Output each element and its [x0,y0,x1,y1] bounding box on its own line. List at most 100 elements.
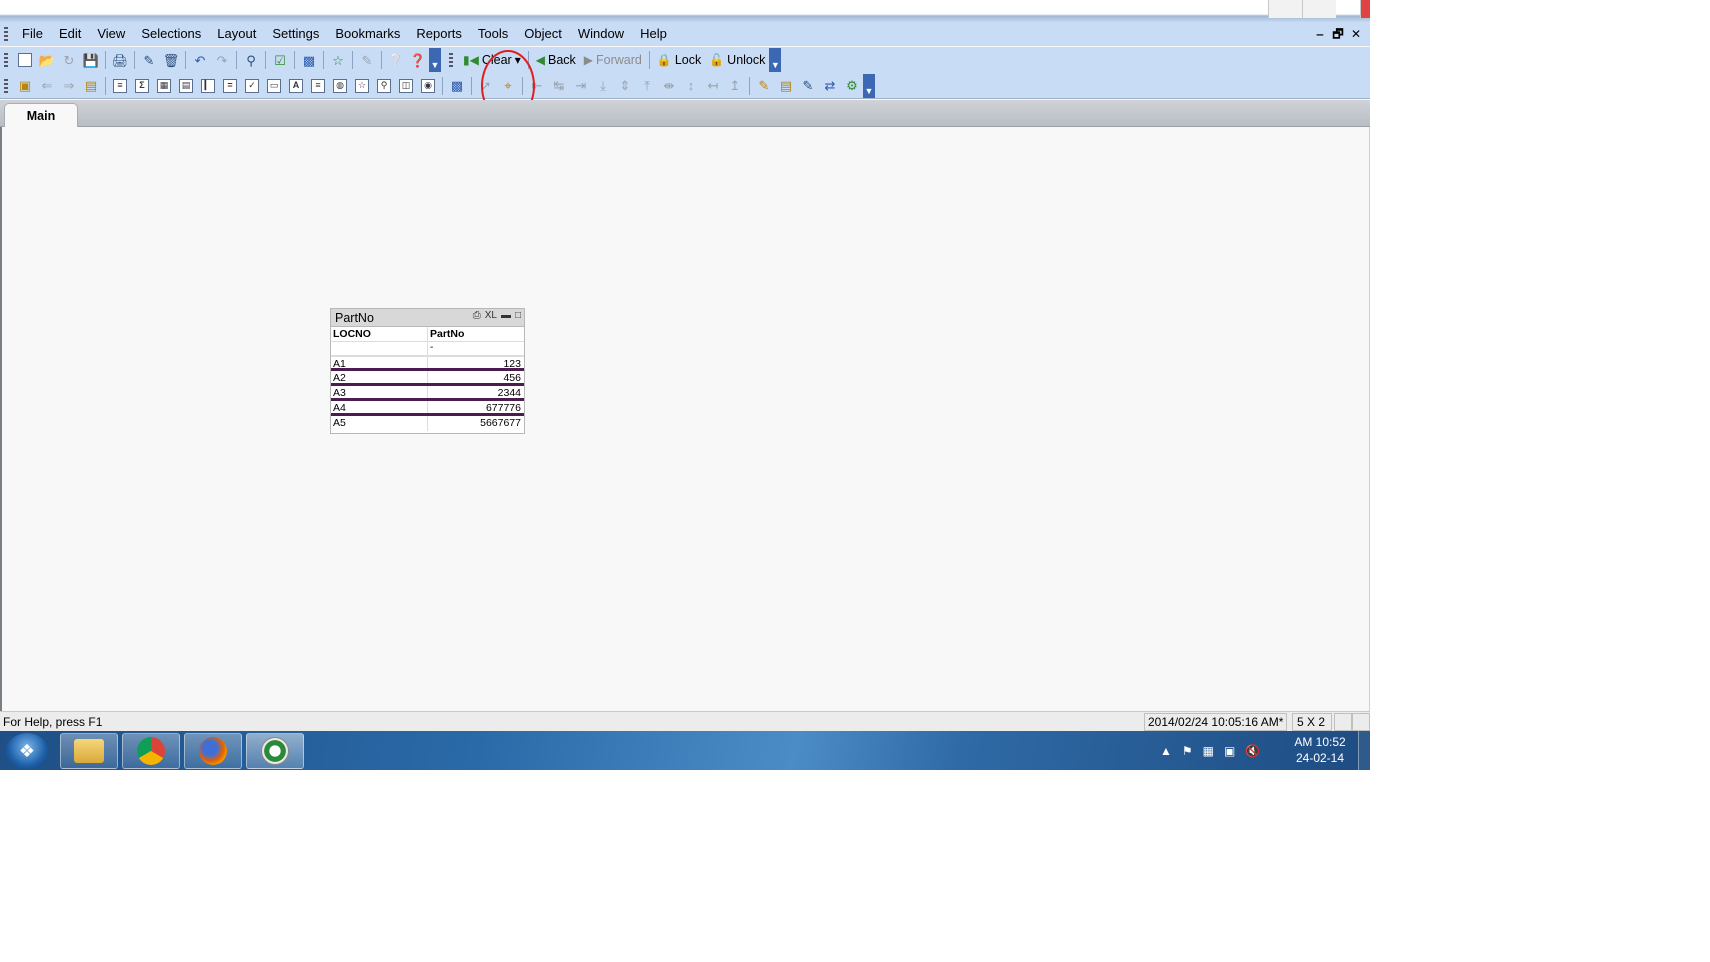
cell-locno[interactable]: A5 [331,416,428,431]
new-sheet-icon[interactable]: ▣ [15,76,35,96]
chart-wizard-icon[interactable]: ▩ [299,50,319,70]
taskbar-chrome[interactable] [122,733,180,769]
button-icon[interactable]: ▭ [264,76,284,96]
window-close-button[interactable] [1360,0,1370,18]
help-icon[interactable]: ❔ [386,50,406,70]
container-icon[interactable]: ◫ [396,76,416,96]
show-desktop-button[interactable] [1358,731,1370,770]
toolbar-grip-handle[interactable] [4,53,8,67]
menu-bookmarks[interactable]: Bookmarks [327,22,408,46]
align-right-icon[interactable]: ⇥ [571,76,591,96]
table-row[interactable]: A1 123 [331,356,524,371]
taskbar-clock[interactable]: AM 10:52 24-02-14 [1290,734,1350,766]
slider-icon[interactable]: ◍ [330,76,350,96]
table-row[interactable]: A2 456 [331,371,524,386]
taskbar-firefox[interactable] [184,733,242,769]
show-hidden-icons-chevron-icon[interactable]: ▲ [1160,744,1172,758]
edit-icon[interactable]: ✎ [357,50,377,70]
space-horizontal-icon[interactable]: ⇼ [659,76,679,96]
toolbar-overflow-chevron-icon[interactable]: ▼ [769,48,782,72]
taskbar-qlikview[interactable] [246,733,304,769]
forward-button[interactable]: ▶ Forward [580,50,646,70]
menu-reports[interactable]: Reports [408,22,470,46]
cell-locno[interactable]: A3 [331,386,428,399]
print-icon[interactable]: ⎙ [473,310,481,321]
bar-chart-icon[interactable]: ▎ [198,76,218,96]
toolbar-overflow-chevron-icon[interactable]: ▼ [429,48,441,72]
table-box-caption[interactable]: PartNo ⎙ XL ▬ □ [331,309,524,327]
search-object-icon[interactable]: ⚲ [374,76,394,96]
text-object-icon[interactable]: A [286,76,306,96]
search-icon[interactable]: ⚲ [241,50,261,70]
redo-icon[interactable]: ↷ [212,50,232,70]
cell-partno[interactable]: 2344 [428,386,524,399]
menu-layout[interactable]: Layout [209,22,264,46]
validate-icon[interactable]: ☑ [270,50,290,70]
server-icon[interactable]: ⚙ [842,76,862,96]
toolbar-grip-handle[interactable] [4,78,8,93]
menu-settings[interactable]: Settings [264,22,327,46]
menu-tools[interactable]: Tools [470,22,516,46]
cell-partno[interactable]: 677776 [428,401,524,414]
network-icon[interactable]: ▦ [1203,744,1214,758]
new-doc-icon[interactable] [15,50,35,70]
menu-window[interactable]: Window [570,22,632,46]
menu-selections[interactable]: Selections [133,22,209,46]
adjust-top-icon[interactable]: ↥ [725,76,745,96]
sheet-right-icon[interactable]: ⇒ [59,76,79,96]
space-vertical-icon[interactable]: ↕ [681,76,701,96]
bookmark-object-icon[interactable]: ☆ [352,76,372,96]
reload-doc-icon[interactable]: 🗑 [161,50,181,70]
cell-locno[interactable]: A2 [331,371,428,384]
cell-partno[interactable]: 456 [428,371,524,384]
print-icon[interactable]: 🖨 [110,50,130,70]
partno-table-box[interactable]: PartNo ⎙ XL ▬ □ LOCNO PartNo - A1 123 A2… [330,308,525,434]
sheet-left-icon[interactable]: ⇐ [37,76,57,96]
doc-close-button[interactable]: ✕ [1350,28,1362,40]
align-top-icon[interactable]: ⤒ [637,76,657,96]
adjust-left-icon[interactable]: ↤ [703,76,723,96]
cell-partno[interactable]: 123 [428,357,524,370]
table-row[interactable]: A4 677776 [331,401,524,416]
action-center-flag-icon[interactable]: ⚑ [1182,744,1193,758]
current-selections-icon[interactable]: ◉ [418,76,438,96]
cell-locno[interactable]: A4 [331,401,428,414]
bookmark-star-icon[interactable]: ☆ [328,50,348,70]
doc-restore-button[interactable]: 🗗 [1332,28,1344,40]
toolbar-overflow-chevron-icon[interactable]: ▼ [863,73,875,98]
lock-button[interactable]: 🔒 Lock [653,50,705,70]
align-center-icon[interactable]: ↹ [549,76,569,96]
office-icon[interactable]: ▣ [1224,744,1235,758]
back-button[interactable]: ◀ Back [532,50,580,70]
menu-file[interactable]: File [14,22,51,46]
table-icon[interactable]: ▦ [154,76,174,96]
filter-cell-partno[interactable]: - [428,342,524,355]
window-maximize-button[interactable] [1302,0,1336,18]
list-box-icon[interactable]: ≡ [110,76,130,96]
menu-object[interactable]: Object [516,22,570,46]
menu-edit[interactable]: Edit [51,22,89,46]
minimize-icon[interactable]: ▬ [501,310,511,321]
volume-muted-icon[interactable]: 🔇 [1245,744,1260,758]
maximize-icon[interactable]: □ [515,310,521,321]
object-properties-icon[interactable]: ✎ [798,76,818,96]
taskbar-file-explorer[interactable] [60,733,118,769]
input-box-icon[interactable]: = [220,76,240,96]
table-row[interactable]: A5 5667677 [331,416,524,431]
line-arrow-icon[interactable]: ≡ [308,76,328,96]
pivot-icon[interactable]: ▤ [176,76,196,96]
new-object-icon[interactable]: ▤ [776,76,796,96]
align-middle-icon[interactable]: ⇕ [615,76,635,96]
start-button[interactable]: ❖ [6,733,48,769]
edit-script-icon[interactable]: ✎ [139,50,159,70]
table-row[interactable]: A3 2344 [331,386,524,401]
toolbar-grip-handle[interactable] [449,53,453,67]
multi-box-icon[interactable]: ✓ [242,76,262,96]
cell-partno[interactable]: 5667677 [428,416,524,431]
sum-icon[interactable]: Σ [132,76,152,96]
menu-view[interactable]: View [89,22,133,46]
menu-grip-handle[interactable] [4,27,8,41]
align-bottom-icon[interactable]: ⤓ [593,76,613,96]
doc-minimize-button[interactable]: ‒ [1314,28,1326,40]
link-icon[interactable]: ⇄ [820,76,840,96]
